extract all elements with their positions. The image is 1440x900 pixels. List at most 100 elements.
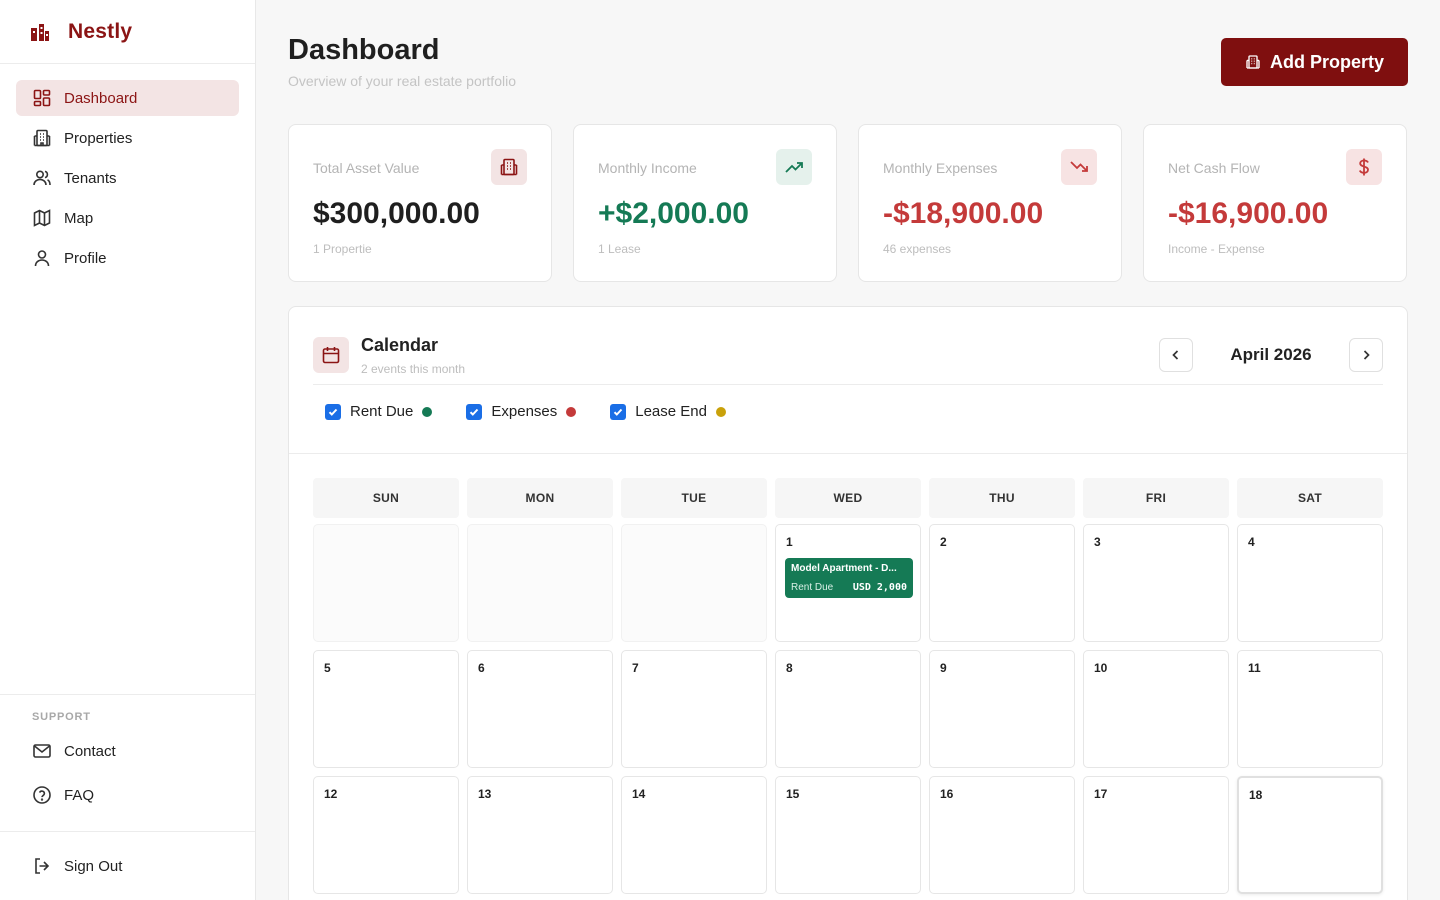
calendar-header: Calendar 2 events this month April 2026 <box>313 335 1383 385</box>
day-number: 12 <box>324 787 338 801</box>
building-icon <box>1246 55 1260 69</box>
filter-rent-due[interactable]: Rent Due <box>325 403 433 420</box>
calendar-week: 12 13 14 15 16 17 18 <box>313 776 1383 894</box>
sidebar: Nestly Dashboard Properties Tenants Map <box>0 0 256 900</box>
support-section: SUPPORT Contact FAQ <box>0 694 255 821</box>
filter-label: Lease End <box>635 403 707 420</box>
check-icon <box>614 408 623 416</box>
chevron-left-icon <box>1172 350 1179 360</box>
next-month-button[interactable] <box>1349 338 1383 372</box>
stats-row: Total Asset Value $300,000.00 1 Properti… <box>288 124 1408 282</box>
calendar-day[interactable]: 17 <box>1083 776 1229 894</box>
calendar-day[interactable]: 16 <box>929 776 1075 894</box>
divider <box>289 453 1407 454</box>
sidebar-item-profile[interactable]: Profile <box>16 240 239 276</box>
weekday-header: SUN <box>313 478 459 518</box>
day-number: 18 <box>1249 788 1263 802</box>
expenses-checkbox[interactable] <box>466 403 483 420</box>
sidebar-item-label: Dashboard <box>64 89 138 107</box>
calendar-day[interactable]: 9 <box>929 650 1075 768</box>
day-number: 11 <box>1248 661 1261 675</box>
calendar-day[interactable]: 15 <box>775 776 921 894</box>
user-icon <box>32 248 52 268</box>
sidebar-item-contact[interactable]: Contact <box>16 733 239 769</box>
calendar-day-today[interactable]: 18 <box>1237 776 1383 894</box>
stat-card-net-cash-flow[interactable]: Net Cash Flow -$16,900.00 Income - Expen… <box>1143 124 1407 282</box>
day-number: 3 <box>1094 535 1101 549</box>
sign-out-label: Sign Out <box>64 857 123 875</box>
stat-value: -$18,900.00 <box>883 197 1044 230</box>
stat-label: Total Asset Value <box>313 160 420 176</box>
calendar-day-empty <box>621 524 767 642</box>
calendar-day[interactable]: 6 <box>467 650 613 768</box>
weekday-header: TUE <box>621 478 767 518</box>
event-type: Rent Due <box>791 582 834 593</box>
calendar-week: 5 6 7 8 9 10 11 <box>313 650 1383 768</box>
calendar-day[interactable]: 10 <box>1083 650 1229 768</box>
stat-sub: 1 Lease <box>598 242 641 256</box>
stat-value: $300,000.00 <box>313 197 480 230</box>
calendar-day[interactable]: 4 <box>1237 524 1383 642</box>
day-number: 16 <box>940 787 954 801</box>
calendar-day[interactable]: 8 <box>775 650 921 768</box>
filter-lease-end[interactable]: Lease End <box>610 403 726 420</box>
users-icon <box>32 168 52 188</box>
calendar-day[interactable]: 13 <box>467 776 613 894</box>
stat-card-monthly-expenses[interactable]: Monthly Expenses -$18,900.00 46 expenses <box>858 124 1122 282</box>
sidebar-item-label: Profile <box>64 249 107 267</box>
day-number: 13 <box>478 787 492 801</box>
add-property-button[interactable]: Add Property <box>1221 38 1408 86</box>
filter-label: Expenses <box>491 403 558 420</box>
calendar-day[interactable]: 2 <box>929 524 1075 642</box>
event-title: Model Apartment - D... <box>791 563 897 574</box>
brand[interactable]: Nestly <box>0 0 255 64</box>
sidebar-item-properties[interactable]: Properties <box>16 120 239 156</box>
signout-section: Sign Out <box>0 831 255 888</box>
mail-icon <box>32 741 52 761</box>
stat-label: Monthly Expenses <box>883 160 998 176</box>
sidebar-item-tenants[interactable]: Tenants <box>16 160 239 196</box>
sidebar-item-faq[interactable]: FAQ <box>16 777 239 813</box>
event-amount: USD 2,000 <box>852 582 907 593</box>
day-number: 2 <box>940 535 947 549</box>
help-circle-icon <box>32 785 52 805</box>
calendar-day[interactable]: 5 <box>313 650 459 768</box>
page-title: Dashboard <box>288 34 440 66</box>
sign-out-button[interactable]: Sign Out <box>16 848 239 884</box>
sidebar-item-map[interactable]: Map <box>16 200 239 236</box>
weekday-header: MON <box>467 478 613 518</box>
calendar-grid: SUN MON TUE WED THU FRI SAT 1 Model Apar… <box>313 478 1383 900</box>
stat-sub: 1 Propertie <box>313 242 372 256</box>
calendar-icon <box>313 337 349 373</box>
trending-down-icon <box>1061 149 1097 185</box>
add-property-label: Add Property <box>1269 51 1384 72</box>
filter-expenses[interactable]: Expenses <box>466 403 577 420</box>
calendar-event[interactable]: Model Apartment - D... Rent Due USD 2,00… <box>785 558 913 598</box>
building-logo-icon <box>31 23 49 41</box>
trending-up-icon <box>776 149 812 185</box>
calendar-filters: Rent Due Expenses Lease End <box>325 403 760 420</box>
filter-label: Rent Due <box>350 403 414 420</box>
sidebar-item-label: FAQ <box>64 786 95 804</box>
calendar-day[interactable]: 14 <box>621 776 767 894</box>
lease-end-checkbox[interactable] <box>610 403 627 420</box>
building-icon <box>491 149 527 185</box>
calendar-subtitle: 2 events this month <box>361 362 466 376</box>
prev-month-button[interactable] <box>1159 338 1193 372</box>
rent-due-checkbox[interactable] <box>325 403 341 420</box>
stat-card-total-asset-value[interactable]: Total Asset Value $300,000.00 1 Properti… <box>288 124 552 282</box>
stat-value: +$2,000.00 <box>598 197 749 230</box>
expenses-dot <box>566 406 577 417</box>
day-number: 17 <box>1094 787 1108 801</box>
calendar-day[interactable]: 12 <box>313 776 459 894</box>
stat-card-monthly-income[interactable]: Monthly Income +$2,000.00 1 Lease <box>573 124 837 282</box>
sidebar-item-dashboard[interactable]: Dashboard <box>16 80 239 116</box>
day-number: 10 <box>1094 661 1108 675</box>
calendar-day[interactable]: 1 Model Apartment - D... Rent Due USD 2,… <box>775 524 921 642</box>
stat-sub: 46 expenses <box>883 242 952 256</box>
calendar-day[interactable]: 3 <box>1083 524 1229 642</box>
calendar-day[interactable]: 7 <box>621 650 767 768</box>
calendar-day-empty <box>467 524 613 642</box>
calendar-day[interactable]: 11 <box>1237 650 1383 768</box>
building-icon <box>32 128 52 148</box>
